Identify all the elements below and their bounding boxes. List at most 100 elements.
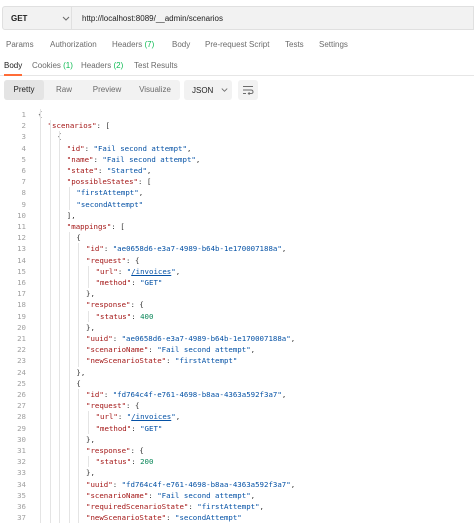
tab-authorization[interactable]: Authorization	[50, 40, 97, 49]
code-token[interactable]: /invoices	[131, 267, 171, 276]
tab-headers[interactable]: Headers (7)	[112, 40, 154, 49]
code-token: :	[131, 423, 141, 433]
code-token: : [	[138, 177, 152, 187]
view-mode-selector: Pretty Raw Preview Visualize	[4, 80, 180, 100]
line-text: "id": "ae0658d6-e3a7-4989-b64b-1e1700071…	[86, 243, 286, 254]
tab-params[interactable]: Params	[6, 40, 34, 49]
code-token: :	[103, 390, 113, 399]
method-label: GET	[11, 14, 28, 23]
code-token: ,	[290, 479, 296, 489]
line-number: 24	[17, 367, 26, 377]
code-line: 21 "uuid": "ae0658d6-e3a7-4989-b64b-1e170…	[0, 333, 474, 344]
code-token: "requiredScenarioState"	[86, 502, 189, 511]
code-token: :	[117, 266, 127, 276]
line-number: 35	[17, 490, 26, 500]
line-number: 8	[21, 188, 26, 198]
view-raw-button[interactable]: Raw	[44, 80, 84, 100]
code-token: :	[148, 345, 158, 355]
code-token: :	[166, 356, 175, 366]
tab-response-headers[interactable]: Headers (2)	[81, 61, 123, 70]
line-text: "uuid": "ae0658d6-e3a7-4989-b64b-1e17000…	[86, 333, 295, 344]
line-number: 30	[17, 434, 26, 444]
view-visualize-button[interactable]: Visualize	[130, 80, 180, 100]
chevron-down-icon	[221, 88, 228, 92]
line-number: 31	[17, 446, 26, 455]
tab-label: Headers	[81, 61, 112, 70]
tab-label: Headers	[112, 40, 143, 49]
line-number: 16	[17, 278, 26, 287]
code-token: "uuid"	[86, 479, 113, 489]
line-text: "requiredScenarioState": "firstAttempt",	[86, 501, 264, 512]
code-token: :	[103, 244, 113, 254]
code-line: 24},	[0, 367, 474, 378]
code-token: {	[76, 233, 81, 243]
code-line: 4 "id": "Fail second attempt",	[0, 143, 474, 154]
line-number: 12	[17, 233, 26, 243]
view-preview-button[interactable]: Preview	[84, 80, 130, 100]
response-tabs: Body Cookies (1) Headers (2) Test Result…	[0, 58, 474, 76]
wrap-lines-button[interactable]	[238, 80, 258, 100]
tab-response-body[interactable]: Body	[4, 61, 23, 76]
code-token: "secondAttempt"	[175, 513, 242, 523]
code-token: "fd764c4f-e761-4698-b8aa-4363a592f3a7"	[121, 479, 291, 489]
tab-test-results[interactable]: Test Results	[134, 61, 178, 70]
code-line: 12 {	[0, 232, 474, 243]
line-number: 37	[17, 513, 26, 523]
line-number: 21	[17, 334, 26, 343]
code-token: "id"	[66, 143, 85, 153]
line-text: "response": {	[86, 299, 144, 310]
line-text: "mappings": [	[67, 221, 125, 232]
indent-guide	[78, 389, 80, 524]
code-line: 31 "response": {	[0, 445, 474, 456]
code-token: ,	[250, 490, 256, 500]
url-input[interactable]: http://localhost:8089/__admin/scenarios	[72, 6, 474, 30]
code-token: "Fail second attempt"	[102, 154, 196, 164]
code-token: : {	[130, 446, 144, 455]
code-token: "newScenarioState"	[86, 356, 167, 366]
code-token: "url"	[95, 266, 118, 276]
code-line: 14 "request": {	[0, 255, 474, 266]
view-pretty-button[interactable]: Pretty	[4, 80, 44, 100]
code-token: "response"	[86, 300, 131, 310]
line-text: "status": 200	[96, 456, 154, 467]
code-line: 11 "mappings": [	[0, 221, 474, 232]
tab-tests[interactable]: Tests	[285, 40, 304, 49]
request-tabs: Params Authorization Headers (7) Body Pr…	[0, 38, 474, 54]
code-token: "ae0658d6-e3a7-4989-b64b-1e170007188a"	[112, 244, 282, 254]
line-number: 29	[17, 423, 26, 433]
code-token[interactable]: /invoices	[131, 412, 171, 421]
line-text: "scenarioName": "Fail second attempt",	[86, 344, 255, 355]
tab-count: (2)	[113, 61, 124, 70]
code-line: 20},	[0, 322, 474, 333]
tab-label: Cookies	[32, 61, 61, 70]
code-token: },	[86, 322, 95, 332]
code-token: "scenarioName"	[86, 345, 149, 355]
code-token: :	[84, 143, 94, 153]
tab-cookies[interactable]: Cookies (1)	[32, 61, 73, 70]
code-token: },	[86, 468, 95, 478]
indent-guide	[88, 411, 89, 434]
tab-settings[interactable]: Settings	[319, 40, 348, 49]
line-number: 11	[17, 222, 26, 231]
line-text: "newScenarioState": "firstAttempt"	[86, 355, 237, 366]
code-line: 2 "scenarios": [	[0, 120, 474, 131]
line-number: 27	[17, 401, 26, 411]
line-text: "request": {	[86, 255, 139, 266]
line-text: "response": {	[86, 445, 144, 456]
code-line: 22 "scenarioName": "Fail second attempt",	[0, 344, 474, 355]
code-token: },	[86, 289, 95, 299]
code-token: "newScenarioState"	[86, 513, 167, 523]
code-token: :	[112, 479, 122, 489]
code-token: {	[76, 378, 81, 388]
tab-body[interactable]: Body	[172, 40, 190, 49]
code-token: "method"	[95, 278, 132, 287]
method-select[interactable]: GET	[2, 6, 72, 30]
tab-pre-request-script[interactable]: Pre-request Script	[205, 40, 269, 49]
format-select[interactable]: JSON	[184, 80, 232, 100]
indent-guide	[49, 120, 51, 524]
code-token: "status"	[95, 457, 132, 467]
code-token: "firstAttempt"	[197, 502, 260, 511]
code-token: ,	[146, 166, 152, 175]
line-text: "name": "Fail second attempt",	[67, 154, 201, 165]
code-token: : [	[96, 121, 110, 131]
